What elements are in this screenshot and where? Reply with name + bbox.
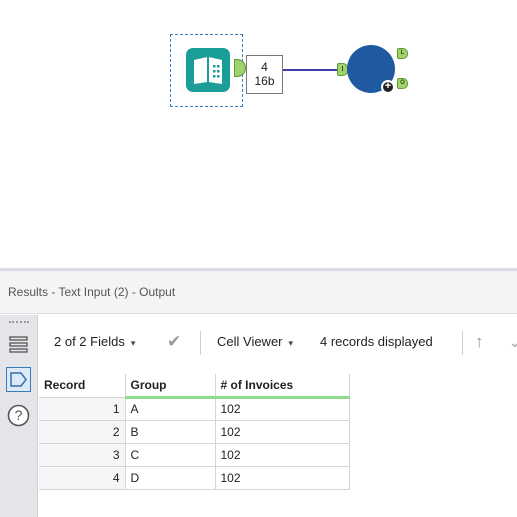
grip-handle-icon[interactable]: [9, 321, 29, 324]
toolbar-divider: [200, 331, 201, 355]
workflow-canvas[interactable]: 4 16b I + L O: [0, 0, 517, 268]
text-input-tool-icon[interactable]: [186, 48, 230, 92]
group-cell[interactable]: C: [125, 443, 216, 467]
record-number-cell[interactable]: 2: [39, 420, 126, 444]
toolbar-divider: [462, 331, 463, 355]
column-header-group[interactable]: Group: [125, 374, 216, 399]
chevron-down-icon: ▾: [130, 338, 136, 348]
add-tool-plus-icon[interactable]: +: [381, 80, 395, 94]
chevron-down-icon: ▾: [288, 338, 294, 348]
results-toolbar: 2 of 2 Fields ▾ ✔ Cell Viewer ▾ 4 records …: [39, 315, 517, 369]
arrow-up-icon[interactable]: ↑: [475, 315, 484, 369]
book-icon: [194, 57, 222, 84]
checkmark-icon[interactable]: ✔: [167, 315, 181, 369]
badge-data-size: 16b: [254, 74, 275, 88]
results-side-rail: ?: [0, 315, 38, 517]
chevron-next-icon[interactable]: ⌄: [509, 315, 517, 369]
record-count-badge: 4 16b: [246, 55, 283, 94]
results-pane: Results - Text Input (2) - Output ? 2 of…: [0, 268, 517, 517]
results-table[interactable]: Record Group # of Invoices 1 A 102 2 B 1…: [39, 374, 350, 490]
group-cell[interactable]: D: [125, 466, 216, 490]
column-header-record[interactable]: Record: [39, 374, 126, 398]
invoices-cell[interactable]: 102: [215, 420, 350, 444]
record-number-cell[interactable]: 4: [39, 466, 126, 490]
output-anchor[interactable]: [234, 59, 246, 77]
table-row[interactable]: 2 B 102: [39, 420, 350, 444]
column-header-invoices[interactable]: # of Invoices: [215, 374, 350, 399]
invoices-cell[interactable]: 102: [215, 397, 350, 421]
cell-viewer-dropdown[interactable]: Cell Viewer ▾: [217, 315, 293, 369]
records-displayed-status: 4 records displayed: [320, 334, 433, 349]
connection-line[interactable]: [283, 69, 340, 71]
fields-dropdown[interactable]: 2 of 2 Fields ▾: [54, 315, 135, 369]
invoices-cell[interactable]: 102: [215, 466, 350, 490]
fields-dropdown-label: 2 of 2 Fields: [54, 334, 125, 349]
group-cell[interactable]: A: [125, 397, 216, 421]
tag-icon[interactable]: [6, 367, 31, 392]
record-number-cell[interactable]: 3: [39, 443, 126, 467]
browse-o-anchor[interactable]: O: [397, 78, 408, 89]
cell-viewer-label: Cell Viewer: [217, 334, 283, 349]
results-title: Results - Text Input (2) - Output: [0, 271, 517, 314]
table-row[interactable]: 3 C 102: [39, 443, 350, 467]
table-row[interactable]: 1 A 102: [39, 397, 350, 421]
invoices-cell[interactable]: 102: [215, 443, 350, 467]
svg-text:?: ?: [15, 407, 23, 423]
help-icon[interactable]: ?: [6, 403, 31, 428]
badge-record-count: 4: [261, 60, 268, 74]
record-number-cell[interactable]: 1: [39, 397, 126, 421]
group-cell[interactable]: B: [125, 420, 216, 444]
table-header-row: Record Group # of Invoices: [39, 374, 350, 399]
browse-l-anchor[interactable]: L: [397, 48, 408, 59]
menu-icon[interactable]: [6, 332, 31, 357]
table-row[interactable]: 4 D 102: [39, 466, 350, 490]
